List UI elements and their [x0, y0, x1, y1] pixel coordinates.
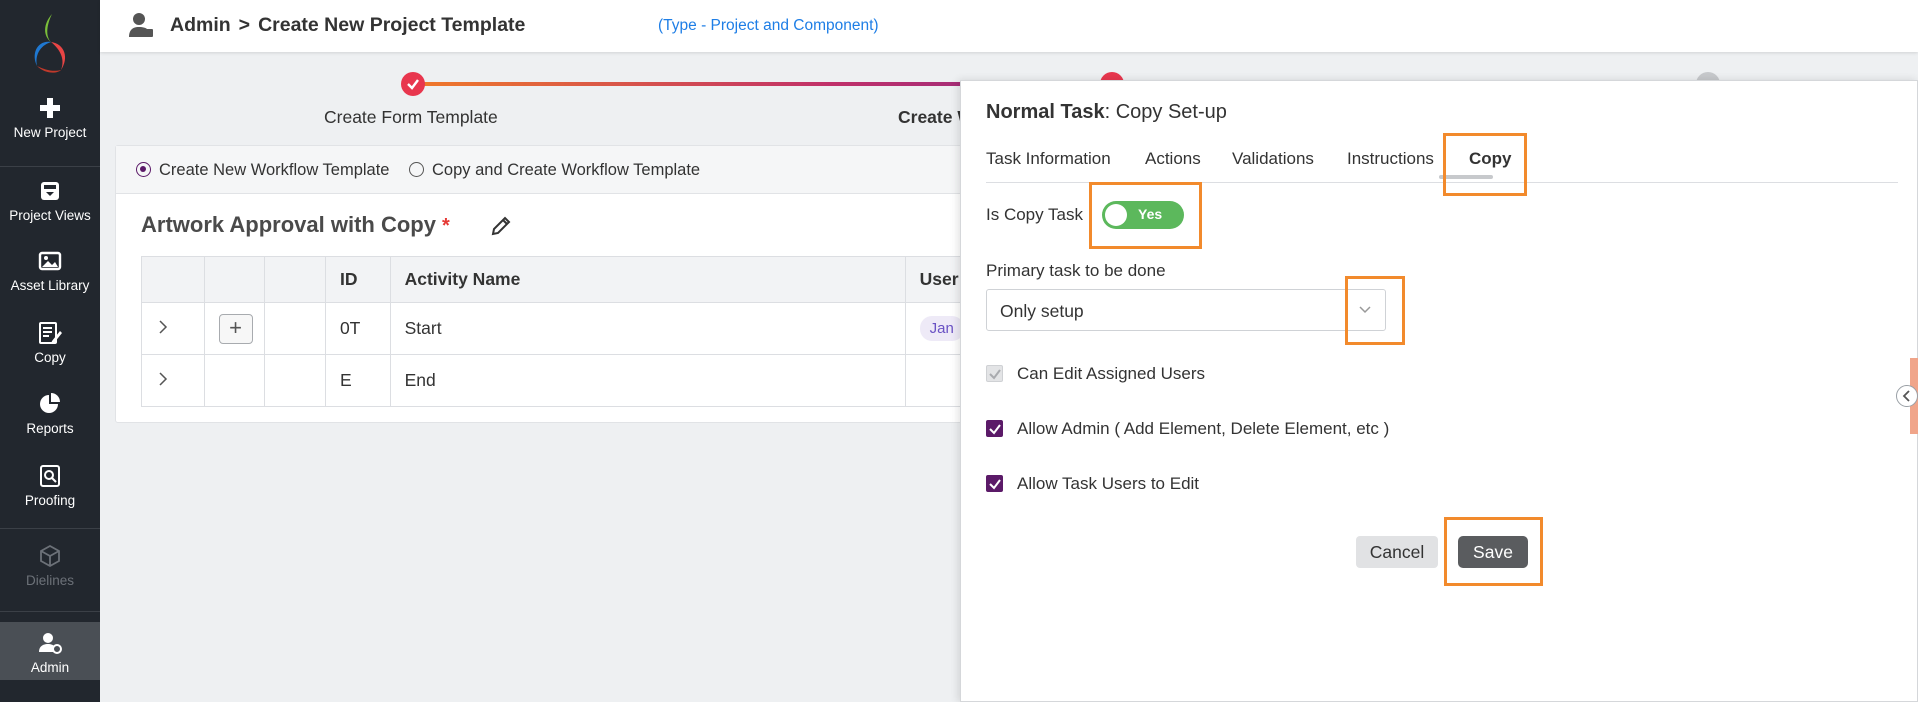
sidebar-item-label: Admin: [30, 660, 70, 675]
col-id: ID: [324, 256, 391, 303]
primary-task-label: Primary task to be done: [986, 261, 1166, 280]
col-blank: [264, 256, 326, 303]
breadcrumb-separator: >: [238, 14, 251, 36]
sidebar-item-label: Proofing: [24, 493, 76, 508]
blank-cell: [264, 354, 326, 407]
sidebar-divider: [0, 528, 100, 529]
sidebar-item-label: Asset Library: [10, 278, 90, 293]
col-expand: [141, 256, 205, 303]
chevron-left-icon: [1902, 390, 1910, 402]
sidebar-item-label: Dielines: [25, 573, 75, 588]
sidebar-divider: [0, 611, 100, 612]
admin-user-icon: [129, 13, 153, 37]
collapse-panel-handle[interactable]: [1896, 385, 1918, 407]
user-chip[interactable]: Jan: [919, 316, 964, 341]
add-cell: +: [203, 302, 266, 355]
sidebar-item-project-views[interactable]: Project Views: [0, 178, 100, 248]
col-add: [203, 256, 266, 303]
radio-selected-icon: [136, 162, 151, 177]
breadcrumb: Admin > Create New Project Template: [170, 14, 525, 37]
cube-icon: [40, 544, 60, 568]
project-views-icon: [41, 182, 59, 200]
checkmark-icon: [989, 369, 1001, 380]
pie-chart-icon: [40, 393, 60, 413]
page-title: Create New Project Template: [258, 14, 526, 36]
is-copy-task-label: Is Copy Task: [986, 205, 1084, 224]
sidebar-item-label: Copy: [34, 350, 66, 365]
tab-actions[interactable]: Actions: [1145, 149, 1201, 169]
radio-copy-workflow[interactable]: Copy and Create Workflow Template: [409, 161, 700, 180]
panel-title-subtitle: : Copy Set-up: [1104, 101, 1227, 123]
id-cell: E: [324, 354, 391, 407]
allow-task-users-edit-checkbox[interactable]: [986, 475, 1003, 492]
workflow-title-text: Artwork Approval with Copy: [141, 212, 436, 237]
tab-task-information[interactable]: Task Information: [986, 149, 1111, 169]
workflow-title: Artwork Approval with Copy *: [141, 212, 450, 238]
col-activity-name: Activity Name: [389, 256, 906, 303]
radio-label: Create New Workflow Template: [159, 161, 390, 179]
sidebar-item-proofing[interactable]: Proofing: [0, 463, 100, 533]
required-mark: *: [441, 215, 450, 237]
top-header: Admin > Create New Project Template (Type …: [100, 0, 1918, 52]
can-edit-assigned-users-checkbox[interactable]: [986, 365, 1003, 382]
expand-cell[interactable]: [141, 302, 205, 355]
chevron-right-icon[interactable]: [156, 320, 170, 334]
primary-task-select[interactable]: Only setup: [986, 289, 1386, 331]
admin-user-icon: [39, 633, 62, 654]
tab-validations[interactable]: Validations: [1232, 149, 1314, 169]
sidebar-item-copy[interactable]: Copy: [0, 320, 100, 390]
allow-admin-checkbox[interactable]: [986, 420, 1003, 437]
sidebar-item-label: Reports: [26, 421, 74, 436]
cancel-button[interactable]: Cancel: [1356, 536, 1438, 568]
tab-instructions[interactable]: Instructions: [1347, 149, 1434, 169]
highlight-primary-dropdown: [1345, 276, 1405, 345]
panel-title: Normal Task: Copy Set-up: [986, 101, 1227, 124]
sidebar-item-new-project[interactable]: New Project: [0, 95, 100, 165]
highlight-copy-tab: [1443, 133, 1527, 196]
copy-edit-icon: [39, 322, 62, 344]
image-icon: [38, 251, 62, 271]
proofing-icon: [40, 465, 60, 487]
sidebar-item-label: Project Views: [9, 208, 91, 223]
sidebar-item-dielines[interactable]: Dielines: [0, 543, 100, 613]
sidebar-item-asset-library[interactable]: Asset Library: [0, 248, 100, 318]
highlight-save-button: [1444, 517, 1543, 586]
expand-cell[interactable]: [141, 354, 205, 407]
activity-name-cell[interactable]: Start: [389, 302, 906, 355]
radio-create-new-workflow[interactable]: Create New Workflow Template: [136, 161, 389, 180]
highlight-copy-toggle: [1089, 182, 1202, 249]
primary-task-value: Only setup: [1000, 301, 1084, 321]
template-type-note: (Type - Project and Component): [658, 17, 879, 34]
radio-unselected-icon: [409, 162, 424, 177]
copy-setup-panel: Normal Task: Copy Set-up Task Informatio…: [960, 80, 1918, 702]
sidebar-item-reports[interactable]: Reports: [0, 391, 100, 461]
radio-label: Copy and Create Workflow Template: [432, 161, 701, 179]
app-logo[interactable]: [25, 10, 75, 76]
activity-name-cell[interactable]: End: [389, 354, 906, 407]
add-cell: [203, 354, 266, 407]
breadcrumb-admin[interactable]: Admin: [170, 14, 231, 36]
checkmark-icon: [989, 424, 1001, 435]
blank-cell: [264, 302, 326, 355]
step-1-complete-icon[interactable]: [401, 72, 425, 96]
step-1-label: Create Form Template: [324, 107, 498, 127]
plus-icon: [40, 98, 60, 118]
sidebar-item-admin[interactable]: Admin: [0, 622, 100, 680]
sidebar: New Project Project Views Asset Library …: [0, 0, 100, 702]
id-cell: 0T: [324, 302, 391, 355]
chevron-right-icon[interactable]: [156, 372, 170, 386]
panel-title-task: Normal Task: [986, 101, 1105, 123]
sidebar-item-label: New Project: [13, 125, 87, 140]
allow-admin-label: Allow Admin ( Add Element, Delete Elemen…: [1017, 419, 1390, 438]
edit-pencil-icon[interactable]: [489, 214, 513, 238]
allow-task-users-edit-label: Allow Task Users to Edit: [1017, 474, 1200, 493]
checkmark-icon: [989, 479, 1001, 490]
can-edit-assigned-users-label: Can Edit Assigned Users: [1017, 364, 1206, 383]
add-activity-button[interactable]: +: [218, 313, 253, 344]
sidebar-divider: [0, 166, 100, 167]
